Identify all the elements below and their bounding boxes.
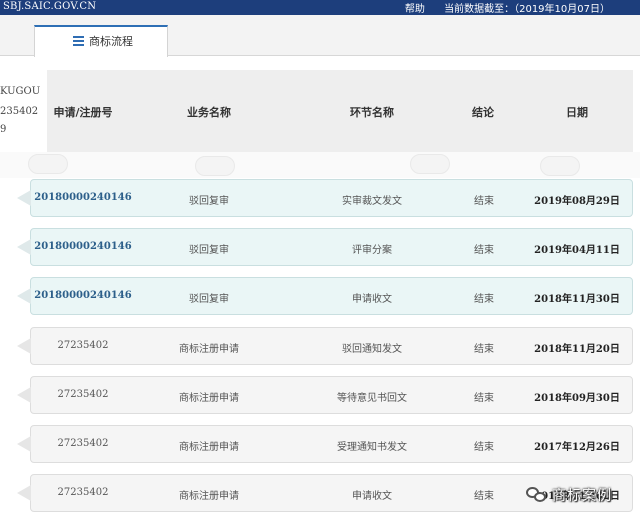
cell-reg-no[interactable]: 27235402 [58, 438, 109, 449]
cell-date: 2019年08月29日 [534, 196, 620, 207]
table-header: 申请/注册号 业务名称 环节名称 结论 日期 [47, 70, 633, 152]
tab-trademark-process[interactable]: 商标流程 [34, 25, 168, 57]
cell-result: 结束 [474, 196, 494, 207]
table-row[interactable]: 27235402 商标注册申请 受理通知书发文 结束 2017年12月26日 [17, 425, 633, 463]
row-pointer [17, 387, 31, 403]
cell-result: 结束 [474, 344, 494, 355]
cell-reg-no[interactable]: 27235402 [58, 389, 109, 400]
help-link[interactable]: 帮助 [405, 4, 425, 15]
watermark-shape [540, 156, 580, 176]
reg-number-partial: 235402 [0, 106, 39, 117]
cell-business: 商标注册申请 [179, 344, 239, 355]
class-partial: 9 [0, 124, 7, 135]
row-pointer [17, 338, 31, 354]
cell-result: 结束 [474, 393, 494, 404]
cell-step: 申请收文 [352, 491, 392, 502]
watermark-text: 商标案例 [552, 488, 612, 504]
header-result: 结论 [472, 106, 494, 119]
data-as-of-label: 当前数据截至： [444, 4, 515, 15]
cell-business: 驳回复审 [189, 245, 229, 256]
cell-step: 申请收文 [352, 294, 392, 305]
header-step: 环节名称 [350, 106, 394, 119]
cell-result: 结束 [474, 294, 494, 305]
cell-date: 2017年12月26日 [534, 442, 620, 453]
cell-reg-no[interactable]: 20180000240146 [34, 192, 131, 203]
header-date: 日期 [566, 106, 588, 119]
site-url[interactable]: SBJ.SAIC.GOV.CN [3, 1, 96, 12]
cell-result: 结束 [474, 442, 494, 453]
cell-date: 2019年04月11日 [534, 245, 620, 256]
row-pointer [17, 288, 31, 304]
cell-reg-no[interactable]: 27235402 [58, 487, 109, 498]
header-reg-no: 申请/注册号 [53, 106, 113, 119]
table-row[interactable]: 27235402 商标注册申请 驳回通知发文 结束 2018年11月20日 [17, 327, 633, 365]
cell-business: 商标注册申请 [179, 442, 239, 453]
tab-label: 商标流程 [89, 35, 133, 48]
cell-reg-no[interactable]: 27235402 [58, 340, 109, 351]
watermark-shape [410, 154, 450, 174]
table-row[interactable]: 27235402 商标注册申请 等待意见书回文 结束 2018年09月30日 [17, 376, 633, 414]
list-icon [73, 36, 84, 46]
background-band [0, 152, 640, 178]
cell-step: 受理通知书发文 [337, 442, 407, 453]
cell-reg-no[interactable]: 20180000240146 [34, 241, 131, 252]
cell-date: 2018年09月30日 [534, 393, 620, 404]
left-panel: KUGOU 235402 9 [0, 70, 44, 152]
table-row[interactable]: 20180000240146 驳回复审 实审裁文发文 结束 2019年08月29日 [17, 179, 633, 217]
cell-result: 结束 [474, 491, 494, 502]
top-bar: SBJ.SAIC.GOV.CN 帮助 当前数据截至：（2019年10月07日） [0, 0, 640, 15]
row-pointer [17, 436, 31, 452]
watermark-logo: 商标案例 [526, 482, 612, 508]
cell-business: 商标注册申请 [179, 393, 239, 404]
row-pointer [17, 239, 31, 255]
tab-strip: 商标流程 [0, 15, 640, 57]
watermark-shape [195, 156, 235, 176]
row-pointer [17, 190, 31, 206]
table-row[interactable]: 20180000240146 驳回复审 申请收文 结束 2018年11月30日 [17, 277, 633, 315]
watermark-shape [28, 154, 68, 174]
cell-business: 驳回复审 [189, 294, 229, 305]
cell-business: 商标注册申请 [179, 491, 239, 502]
header-business: 业务名称 [187, 106, 231, 119]
wechat-icon [526, 487, 548, 503]
trademark-name-partial: KUGOU [0, 86, 41, 97]
row-pointer [17, 485, 31, 501]
cell-result: 结束 [474, 245, 494, 256]
cell-step: 实审裁文发文 [342, 196, 402, 207]
data-as-of-value: （2019年10月07日） [514, 4, 610, 15]
cell-step: 驳回通知发文 [342, 344, 402, 355]
cell-business: 驳回复审 [189, 196, 229, 207]
cell-step: 等待意见书回文 [337, 393, 407, 404]
cell-date: 2018年11月20日 [534, 344, 620, 355]
cell-reg-no[interactable]: 20180000240146 [34, 290, 131, 301]
table-row[interactable]: 20180000240146 驳回复审 评审分案 结束 2019年04月11日 [17, 228, 633, 266]
top-info: 帮助 当前数据截至：（2019年10月07日） [401, 0, 610, 15]
cell-date: 2018年11月30日 [534, 294, 620, 305]
cell-step: 评审分案 [352, 245, 392, 256]
